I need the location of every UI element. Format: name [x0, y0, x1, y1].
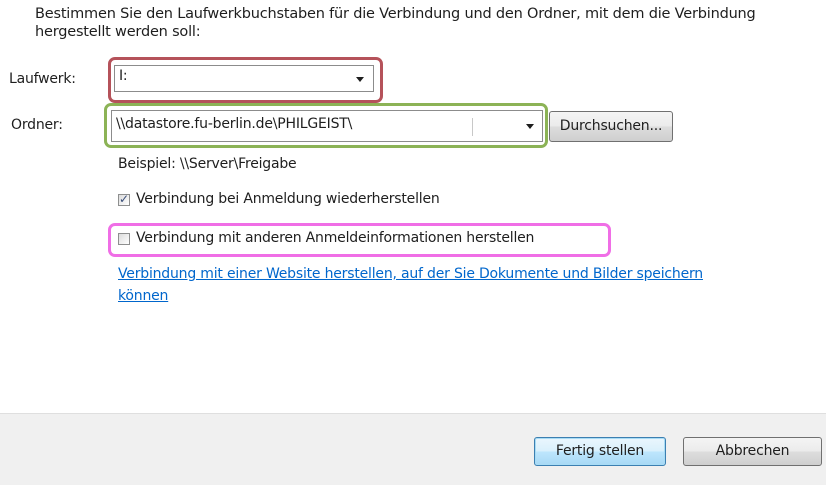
checkmark-icon: ✓ — [119, 192, 130, 206]
chevron-down-icon[interactable] — [526, 124, 534, 129]
website-link-line-2[interactable]: können — [118, 285, 703, 307]
drive-select[interactable]: I: — [114, 65, 374, 92]
text-caret — [472, 118, 473, 136]
finish-button[interactable]: Fertig stellen — [534, 437, 666, 466]
drive-select-value: I: — [119, 68, 128, 84]
example-text: Beispiel: \\Server\Freigabe — [118, 156, 297, 172]
drive-label: Laufwerk: — [9, 71, 76, 87]
website-link[interactable]: Verbindung mit einer Website herstellen,… — [118, 263, 703, 307]
folder-label: Ordner: — [11, 117, 63, 133]
reconnect-label[interactable]: Verbindung bei Anmeldung wiederherstelle… — [136, 191, 440, 207]
reconnect-checkbox[interactable]: ✓ — [118, 192, 130, 206]
folder-combobox[interactable]: \\datastore.fu-berlin.de\PHILGEIST\ — [111, 110, 543, 142]
other-credentials-label[interactable]: Verbindung mit anderen Anmeldeinformatio… — [136, 230, 534, 246]
website-link-line-1[interactable]: Verbindung mit einer Website herstellen,… — [118, 263, 703, 285]
folder-input[interactable]: \\datastore.fu-berlin.de\PHILGEIST\ — [116, 116, 352, 132]
cancel-button[interactable]: Abbrechen — [683, 437, 822, 466]
chevron-down-icon[interactable] — [356, 77, 364, 82]
instructions-line-1: Bestimmen Sie den Laufwerkbuchstaben für… — [35, 6, 756, 22]
instructions-text: Bestimmen Sie den Laufwerkbuchstaben für… — [35, 5, 825, 41]
other-credentials-checkbox[interactable] — [118, 233, 130, 245]
browse-button[interactable]: Durchsuchen... — [549, 111, 673, 142]
instructions-line-2: hergestellt werden soll: — [35, 24, 201, 40]
